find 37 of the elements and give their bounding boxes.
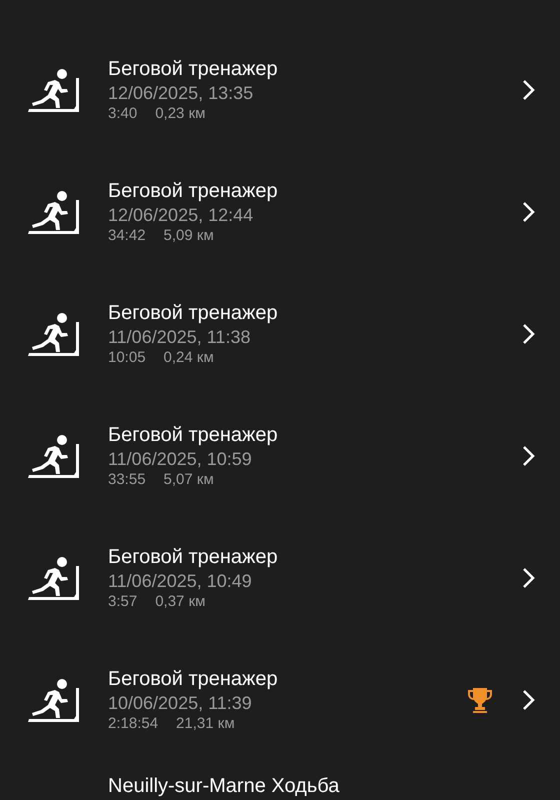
activity-duration: 34:42 bbox=[108, 227, 146, 245]
activity-distance: 21,31 км bbox=[176, 715, 235, 733]
activity-distance: 5,09 км bbox=[164, 227, 214, 245]
chevron-right-icon bbox=[522, 79, 536, 101]
activity-distance: 0,24 км bbox=[164, 349, 214, 367]
activity-title: Беговой тренажер bbox=[108, 667, 279, 691]
chevron-right-icon bbox=[522, 201, 536, 223]
activity-title: Беговой тренажер bbox=[108, 301, 279, 325]
treadmill-icon bbox=[28, 68, 80, 112]
activity-date: 12/06/2025, 13:35 bbox=[108, 82, 254, 105]
activity-distance: 0,37 км bbox=[155, 593, 206, 611]
treadmill-icon bbox=[28, 312, 80, 356]
chevron-right-icon bbox=[522, 689, 536, 711]
activity-date: 11/06/2025, 11:38 bbox=[108, 326, 252, 349]
treadmill-icon bbox=[28, 434, 80, 478]
treadmill-icon bbox=[28, 190, 80, 234]
activity-title: Neuilly-sur-Marne Ходьба bbox=[108, 774, 340, 798]
activity-title: Беговой тренажер bbox=[108, 545, 279, 569]
treadmill-icon bbox=[28, 678, 80, 722]
activity-duration: 33:55 bbox=[108, 471, 146, 489]
chevron-right-icon bbox=[522, 445, 536, 467]
activity-title: Беговой тренажер bbox=[108, 57, 279, 81]
chevron-right-icon bbox=[522, 323, 536, 345]
activity-distance: 0,23 км bbox=[155, 105, 206, 123]
activity-duration: 10:05 bbox=[108, 349, 146, 367]
activity-duration: 3:57 bbox=[108, 593, 138, 611]
activity-duration: 2:18:54 bbox=[108, 715, 158, 733]
activity-date: 11/06/2025, 10:59 bbox=[108, 448, 253, 471]
treadmill-icon bbox=[28, 556, 80, 600]
activity-date: 12/06/2025, 12:44 bbox=[108, 204, 254, 227]
activity-date: 10/06/2025, 11:39 bbox=[108, 692, 253, 715]
activity-title: Беговой тренажер bbox=[108, 423, 279, 447]
chevron-right-icon bbox=[522, 567, 536, 589]
activity-date: 11/06/2025, 10:49 bbox=[108, 570, 253, 593]
activity-duration: 3:40 bbox=[108, 105, 138, 123]
activity-title: Беговой тренажер bbox=[108, 179, 279, 203]
activity-distance: 5,07 км bbox=[164, 471, 214, 489]
